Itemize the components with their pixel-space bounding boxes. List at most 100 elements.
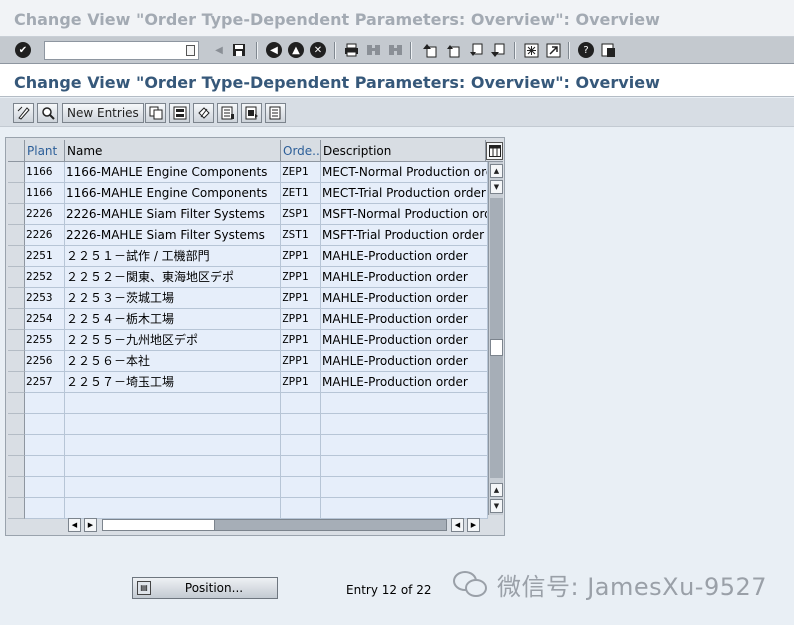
scroll-left-first-icon[interactable]: ◀ [68, 518, 81, 532]
row-selector[interactable] [8, 477, 25, 498]
back-icon[interactable]: ◀ [210, 41, 228, 59]
cell-order-type-empty [281, 393, 321, 414]
save-icon[interactable] [230, 41, 248, 59]
scroll-thumb[interactable] [490, 339, 503, 356]
scroll-track[interactable] [490, 198, 503, 478]
row-selector[interactable] [8, 498, 25, 519]
select-block-icon[interactable] [241, 103, 262, 123]
scroll-right-first-icon[interactable]: ▶ [84, 518, 97, 532]
cell-name-empty [65, 456, 281, 477]
select-all-icon[interactable] [217, 103, 238, 123]
column-header-plant[interactable]: Plant [25, 140, 65, 162]
cell-description[interactable]: MAHLE-Production order [321, 246, 488, 267]
row-selector[interactable] [8, 162, 25, 183]
scroll-up-icon[interactable]: ▲ [490, 164, 503, 178]
row-selector[interactable] [8, 372, 25, 393]
column-header-name[interactable]: Name [65, 140, 281, 162]
cell-description[interactable]: MECT-Normal Production orde [321, 162, 488, 183]
row-selector[interactable] [8, 414, 25, 435]
cell-plant-empty [25, 414, 65, 435]
exit-icon[interactable]: ▲ [288, 42, 304, 58]
create-session-icon[interactable] [522, 41, 540, 59]
history-icon[interactable] [186, 45, 195, 56]
select-all-corner[interactable] [8, 140, 25, 162]
cell-description[interactable]: MAHLE-Production order [321, 309, 488, 330]
system-toolbar: ✔ ◀ ◀ ▲ ✕ ? [0, 37, 794, 64]
help-icon[interactable]: ? [578, 42, 594, 58]
row-selector[interactable] [8, 246, 25, 267]
copy-as-icon[interactable] [145, 103, 166, 123]
window-title-bar: Change View "Order Type-Dependent Parame… [0, 0, 794, 37]
cell-plant: 2253 [25, 288, 65, 309]
command-field-input[interactable] [45, 42, 183, 59]
cell-order-type: ZPP1 [281, 288, 321, 309]
undo-change-icon[interactable] [193, 103, 214, 123]
display-change-icon[interactable] [13, 103, 34, 123]
row-selector[interactable] [8, 435, 25, 456]
cell-description[interactable]: MAHLE-Production order [321, 267, 488, 288]
row-selector[interactable] [8, 351, 25, 372]
find-icon[interactable] [364, 41, 382, 59]
cell-name: ２２５２－関東、東海地区デポ [65, 267, 281, 288]
row-selector[interactable] [8, 225, 25, 246]
cell-order-type-empty [281, 414, 321, 435]
next-page-icon[interactable] [466, 41, 484, 59]
cell-description[interactable]: MECT-Trial Production order [321, 183, 488, 204]
find-next-icon[interactable] [386, 41, 404, 59]
new-entries-button[interactable]: New Entries [62, 103, 144, 123]
horizontal-scroll-track[interactable] [102, 519, 447, 531]
column-header-order-type[interactable]: Orde... [281, 140, 321, 162]
horizontal-scroll-thumb[interactable] [103, 520, 215, 530]
cell-description[interactable]: MAHLE-Production order [321, 372, 488, 393]
entry-counter: Entry 12 of 22 [346, 583, 432, 597]
cell-description[interactable]: MSFT-Normal Production orde [321, 204, 488, 225]
table-settings-icon[interactable] [486, 142, 503, 160]
scroll-page-down-icon[interactable]: ▼ [490, 499, 503, 513]
row-selector[interactable] [8, 183, 25, 204]
row-selector[interactable] [8, 309, 25, 330]
first-page-icon[interactable] [420, 41, 438, 59]
row-selector[interactable] [8, 267, 25, 288]
deselect-all-icon[interactable] [265, 103, 286, 123]
scroll-right-icon[interactable]: ▶ [467, 518, 480, 532]
table-control: Plant Name Orde... Description 1166 1166-… [5, 137, 505, 536]
cell-name-empty [65, 435, 281, 456]
row-selector[interactable] [8, 204, 25, 225]
cell-plant-empty [25, 393, 65, 414]
previous-page-icon[interactable] [443, 41, 461, 59]
cell-name-empty [65, 414, 281, 435]
cell-name-empty [65, 477, 281, 498]
cell-description[interactable]: MAHLE-Production order [321, 351, 488, 372]
layout-icon[interactable] [599, 41, 617, 59]
horizontal-scrollbar[interactable]: ◀ ▶ ◀ ▶ [66, 517, 486, 533]
cell-name: 2226-MAHLE Siam Filter Systems [65, 225, 281, 246]
cell-name: ２２５６－本社 [65, 351, 281, 372]
cell-description[interactable]: MAHLE-Production order [321, 330, 488, 351]
cell-name: 2226-MAHLE Siam Filter Systems [65, 204, 281, 225]
delete-icon[interactable] [169, 103, 190, 123]
position-button[interactable]: ▤ Position... [132, 577, 278, 599]
vertical-scrollbar[interactable]: ▲ ▼ ▲ ▼ [488, 162, 503, 515]
scroll-left-icon[interactable]: ◀ [451, 518, 464, 532]
back-arrow-icon[interactable]: ◀ [266, 42, 282, 58]
print-icon[interactable] [342, 41, 360, 59]
row-selector[interactable] [8, 288, 25, 309]
row-selector[interactable] [8, 393, 25, 414]
enter-icon[interactable]: ✔ [15, 42, 31, 58]
scroll-down-icon[interactable]: ▼ [490, 180, 503, 194]
scroll-page-up-icon[interactable]: ▲ [490, 483, 503, 497]
last-page-icon[interactable] [488, 41, 506, 59]
cell-plant: 2251 [25, 246, 65, 267]
shortcut-icon[interactable] [544, 41, 562, 59]
display-icon[interactable] [37, 103, 58, 123]
row-selector[interactable] [8, 330, 25, 351]
column-header-description[interactable]: Description [321, 140, 486, 162]
cell-order-type-empty [281, 435, 321, 456]
row-selector[interactable] [8, 456, 25, 477]
cancel-icon[interactable]: ✕ [310, 42, 326, 58]
cell-name-empty [65, 393, 281, 414]
position-icon: ▤ [137, 581, 151, 595]
command-field[interactable] [44, 41, 199, 60]
cell-description[interactable]: MSFT-Trial Production order [321, 225, 488, 246]
cell-description[interactable]: MAHLE-Production order [321, 288, 488, 309]
